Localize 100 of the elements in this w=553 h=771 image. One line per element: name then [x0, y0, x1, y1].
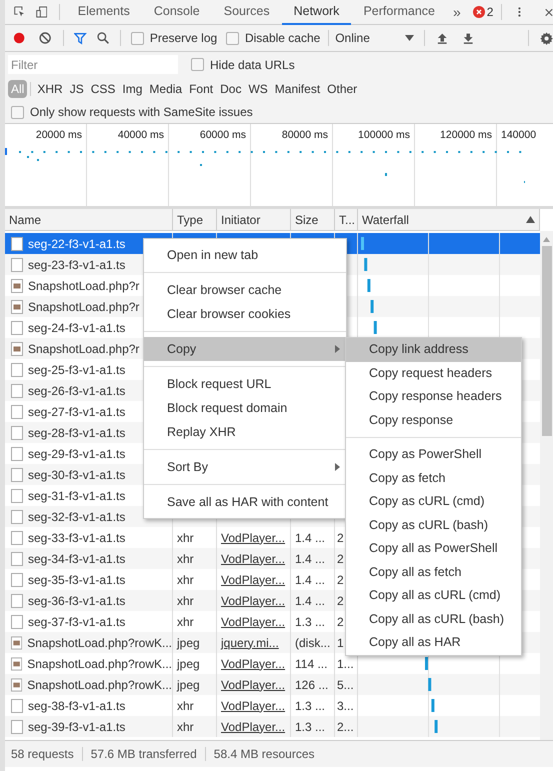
name-cell[interactable]: SnapshotLoad.php?rowK... [27, 676, 172, 694]
menu-item[interactable]: Copy as PowerShell [346, 443, 521, 466]
name-cell[interactable]: seg-32-f3-v1-a1.ts [28, 508, 126, 526]
name-cell[interactable]: seg-31-f3-v1-a1.ts [28, 486, 126, 504]
upload-icon[interactable] [436, 32, 448, 44]
device-icon[interactable] [36, 4, 48, 20]
more-options-icon[interactable] [518, 5, 522, 19]
name-cell[interactable]: seg-38-f3-v1-a1.ts [28, 696, 126, 714]
scrollbar[interactable] [540, 231, 553, 740]
initiator-link[interactable]: VodPlayer... [221, 654, 286, 672]
type-filter[interactable]: Img [119, 80, 146, 98]
menu-item[interactable]: Clear browser cache [144, 278, 346, 302]
menu-item[interactable]: Copy link address [346, 338, 521, 362]
menu-item[interactable]: Copy [144, 337, 346, 361]
file-icon [11, 572, 23, 586]
menu-item[interactable]: Block request domain [144, 396, 346, 420]
close-icon[interactable] [545, 6, 553, 18]
name-cell[interactable]: seg-39-f3-v1-a1.ts [28, 718, 126, 736]
column-header[interactable]: Size [295, 210, 318, 228]
menu-item[interactable]: Copy as cURL (bash) [346, 514, 521, 537]
name-cell[interactable]: seg-22-f3-v1-a1.ts [28, 234, 126, 252]
panel-tab[interactable]: Elements [66, 0, 142, 24]
menu-item[interactable]: Save all as HAR with content [144, 490, 346, 514]
menu-item[interactable]: Copy all as cURL (bash) [346, 608, 521, 631]
menu-item[interactable]: Copy all as cURL (cmd) [346, 584, 521, 608]
sort-icon[interactable] [526, 216, 535, 223]
type-filter[interactable]: Doc [217, 80, 244, 98]
panel-tab[interactable]: Console [142, 0, 212, 24]
type-filter[interactable]: JS [66, 80, 87, 98]
name-cell[interactable]: SnapshotLoad.php?rowK... [27, 654, 172, 672]
initiator-link[interactable]: VodPlayer... [221, 550, 286, 568]
type-filter[interactable]: Font [186, 80, 216, 98]
panel-tab[interactable]: Performance [351, 0, 447, 24]
size-cell-text: 1.4 ... [295, 572, 326, 588]
name-cell[interactable]: seg-26-f3-v1-a1.ts [28, 382, 126, 400]
download-icon[interactable] [463, 32, 474, 44]
initiator-link[interactable]: VodPlayer... [221, 592, 286, 610]
filter-icon[interactable] [74, 32, 87, 44]
name-cell[interactable]: seg-37-f3-v1-a1.ts [28, 612, 126, 630]
checkbox[interactable] [11, 106, 24, 118]
type-cell-text: xhr [177, 698, 194, 714]
type-cell-text: jpeg [177, 676, 200, 694]
menu-item[interactable]: Block request URL [144, 372, 346, 396]
name-cell[interactable]: seg-35-f3-v1-a1.ts [28, 570, 126, 588]
checkbox[interactable] [130, 32, 144, 44]
initiator-link[interactable]: VodPlayer... [221, 528, 286, 546]
menu-item[interactable]: Copy all as fetch [346, 560, 521, 584]
name-cell[interactable]: SnapshotLoad.php?r [28, 340, 140, 358]
column-header[interactable]: Name [9, 210, 42, 228]
initiator-link[interactable]: VodPlayer... [221, 696, 286, 714]
name-cell[interactable]: seg-33-f3-v1-a1.ts [28, 528, 126, 546]
menu-item[interactable]: Copy response [346, 408, 521, 432]
name-cell[interactable]: seg-34-f3-v1-a1.ts [28, 550, 126, 568]
search-icon[interactable] [96, 31, 109, 45]
column-header[interactable]: T... [339, 210, 356, 228]
column-header[interactable]: Type [177, 210, 204, 228]
initiator-link[interactable]: jquery.mi... [221, 634, 279, 652]
menu-item[interactable]: Replay XHR [144, 420, 346, 444]
panel-tab[interactable]: Network [282, 0, 352, 24]
checkbox[interactable] [191, 58, 204, 71]
name-cell[interactable]: seg-27-f3-v1-a1.ts [28, 402, 126, 420]
type-filter[interactable]: CSS [88, 80, 118, 98]
menu-item[interactable]: Copy response headers [346, 385, 521, 408]
settings-icon[interactable] [540, 30, 553, 46]
throttling-select[interactable]: Online [335, 29, 416, 47]
menu-item[interactable]: Clear browser cookies [144, 302, 346, 326]
menu-item[interactable]: Copy request headers [346, 362, 521, 385]
type-filter[interactable]: Other [324, 80, 360, 98]
type-filter[interactable]: WS [245, 80, 271, 98]
more-tabs-button[interactable]: » [453, 2, 461, 22]
column-header[interactable]: Initiator [221, 210, 260, 228]
checkbox[interactable] [226, 32, 239, 44]
menu-item[interactable]: Sort By [144, 455, 346, 479]
type-filter[interactable]: Media [146, 80, 186, 98]
name-cell[interactable]: SnapshotLoad.php?r [28, 276, 140, 294]
name-cell[interactable]: seg-29-f3-v1-a1.ts [28, 444, 126, 462]
menu-item[interactable]: Copy all as PowerShell [346, 537, 521, 560]
type-filter[interactable]: XHR [34, 80, 66, 98]
name-cell[interactable]: seg-30-f3-v1-a1.ts [28, 466, 126, 484]
name-cell[interactable]: seg-25-f3-v1-a1.ts [28, 360, 126, 378]
column-header[interactable]: Waterfall [362, 210, 409, 228]
clear-icon[interactable] [39, 31, 52, 45]
panel-tab[interactable]: Sources [212, 0, 282, 24]
record-icon[interactable] [13, 31, 26, 45]
initiator-link[interactable]: VodPlayer... [221, 718, 286, 736]
menu-item[interactable]: Copy as fetch [346, 466, 521, 490]
name-cell[interactable]: seg-36-f3-v1-a1.ts [28, 592, 126, 610]
menu-item[interactable]: Copy all as HAR [346, 631, 521, 654]
menu-item[interactable]: Copy as cURL (cmd) [346, 490, 521, 514]
name-cell[interactable]: SnapshotLoad.php?r [28, 298, 140, 316]
filter-field[interactable]: Filter [8, 55, 178, 74]
name-cell[interactable]: seg-24-f3-v1-a1.ts [28, 318, 126, 336]
type-filter[interactable]: Manifest [272, 80, 324, 98]
initiator-link[interactable]: VodPlayer... [221, 612, 286, 630]
menu-item[interactable]: Open in new tab [144, 243, 346, 267]
name-cell[interactable]: seg-28-f3-v1-a1.ts [28, 424, 126, 442]
initiator-link[interactable]: VodPlayer... [221, 570, 286, 588]
name-cell[interactable]: seg-23-f3-v1-a1.ts [28, 256, 126, 274]
initiator-link[interactable]: VodPlayer... [221, 676, 286, 694]
name-cell[interactable]: SnapshotLoad.php?rowK... [27, 634, 172, 652]
